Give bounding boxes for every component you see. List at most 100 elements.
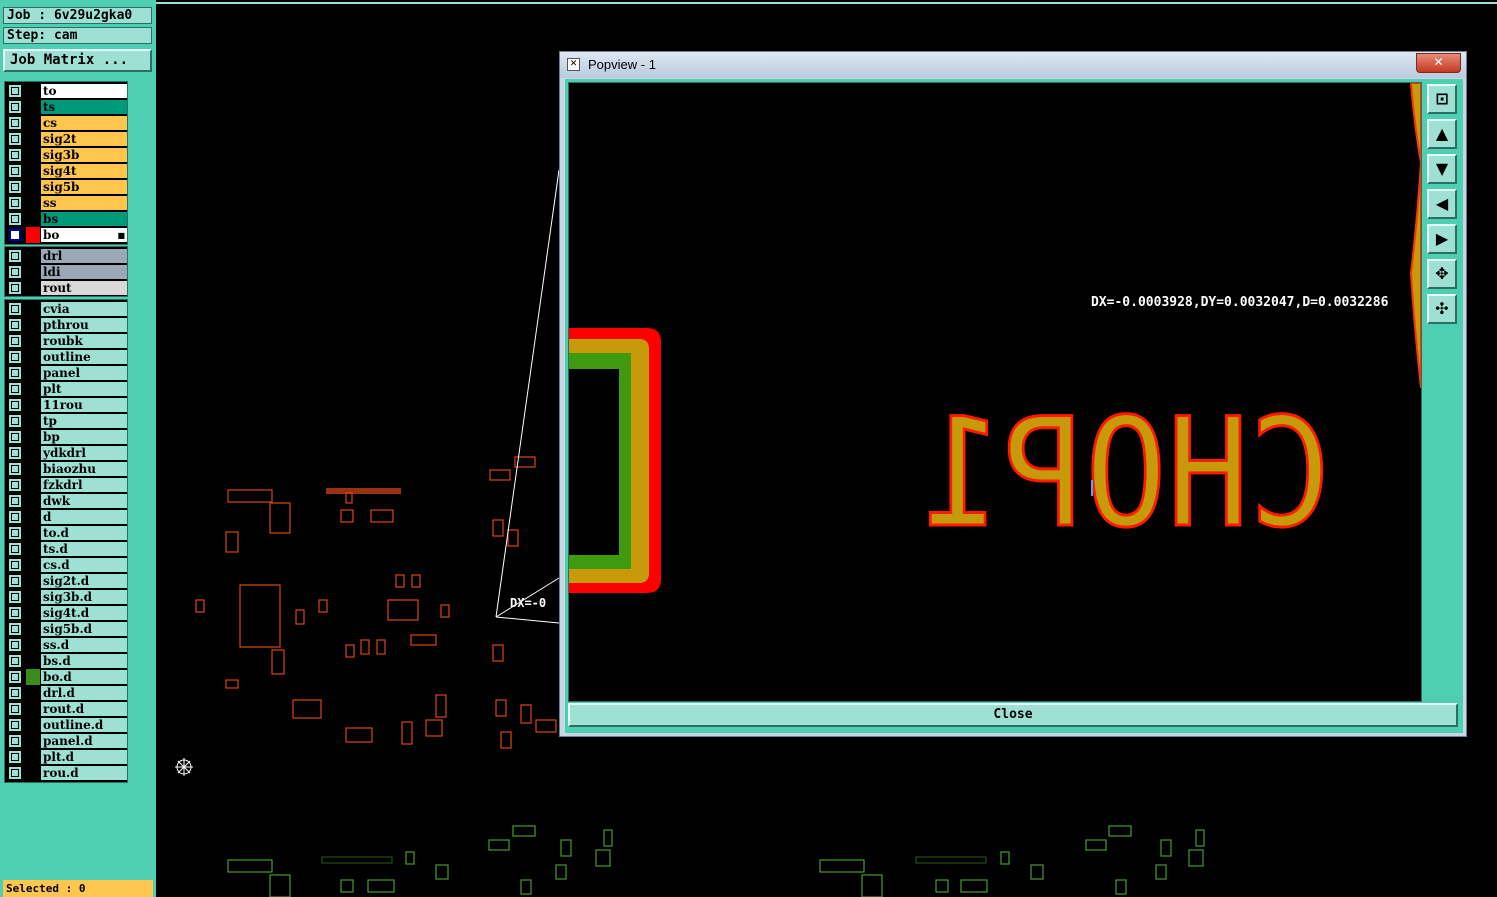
pan-up-icon[interactable]: ▲ <box>1427 119 1457 149</box>
layer-name[interactable]: roubk <box>41 334 127 348</box>
layer-name[interactable]: to <box>41 84 127 98</box>
layer-checkbox[interactable] <box>9 266 21 278</box>
layer-checkbox[interactable] <box>9 687 21 699</box>
layer-checkbox[interactable] <box>9 303 21 315</box>
layer-row[interactable]: dwk <box>5 493 127 509</box>
layer-row[interactable]: ldi <box>5 264 127 280</box>
layer-name[interactable]: sig2t <box>41 132 127 146</box>
layer-name[interactable]: ydkdrl <box>41 446 127 460</box>
layer-row[interactable]: outline <box>5 349 127 365</box>
layer-row[interactable]: bp <box>5 429 127 445</box>
layer-checkbox[interactable] <box>9 319 21 331</box>
layer-row[interactable]: cs <box>5 115 127 131</box>
layer-checkbox[interactable] <box>9 165 21 177</box>
layer-row[interactable]: bs.d <box>5 653 127 669</box>
layer-row[interactable]: rou.d <box>5 765 127 781</box>
layer-row[interactable]: biaozhu <box>5 461 127 477</box>
pan-left-icon[interactable]: ◀ <box>1427 189 1457 219</box>
layer-name[interactable]: bs <box>41 212 127 226</box>
popview-canvas[interactable]: CHOP1 DX=-0.0003928,DY=0.0032047,D=0.003… <box>568 82 1422 702</box>
layer-row[interactable]: bo.d <box>5 669 127 685</box>
layer-checkbox[interactable] <box>9 575 21 587</box>
layer-row[interactable]: drl.d <box>5 685 127 701</box>
layer-name[interactable]: rou.d <box>41 766 127 780</box>
layer-checkbox[interactable] <box>9 719 21 731</box>
layer-name[interactable]: panel <box>41 366 127 380</box>
layer-name[interactable]: ts <box>41 100 127 114</box>
layer-row[interactable]: ts <box>5 99 127 115</box>
layer-row[interactable]: plt <box>5 381 127 397</box>
layer-row[interactable]: rout.d <box>5 701 127 717</box>
layer-row[interactable]: fzkdrl <box>5 477 127 493</box>
job-matrix-button[interactable]: Job Matrix ... <box>3 49 152 72</box>
layer-checkbox[interactable] <box>9 463 21 475</box>
layer-name[interactable]: bo ■ <box>41 228 127 242</box>
layer-name[interactable]: d <box>41 510 127 524</box>
layer-name[interactable]: bo.d <box>41 670 127 684</box>
layer-checkbox[interactable] <box>9 250 21 262</box>
layer-row[interactable]: sig4t.d <box>5 605 127 621</box>
zoom-out-icon[interactable]: ✣ <box>1427 294 1457 324</box>
layer-row[interactable]: sig5b <box>5 179 127 195</box>
layer-checkbox[interactable] <box>9 623 21 635</box>
layer-checkbox[interactable] <box>9 117 21 129</box>
layer-row[interactable]: sig2t <box>5 131 127 147</box>
layer-checkbox[interactable] <box>9 149 21 161</box>
layer-checkbox[interactable] <box>9 197 21 209</box>
layer-row[interactable]: sig3b <box>5 147 127 163</box>
layer-name[interactable]: rout.d <box>41 702 127 716</box>
layer-row[interactable]: bo ■ <box>5 227 127 243</box>
layer-name[interactable]: drl.d <box>41 686 127 700</box>
layer-name[interactable]: ss <box>41 196 127 210</box>
pan-down-icon[interactable]: ▼ <box>1427 154 1457 184</box>
layer-checkbox[interactable] <box>9 383 21 395</box>
layer-checkbox[interactable] <box>9 527 21 539</box>
layer-checkbox[interactable] <box>9 351 21 363</box>
popview-titlebar[interactable]: ✕ Popview - 1 ✕ <box>560 52 1466 78</box>
layer-checkbox[interactable] <box>9 591 21 603</box>
layer-checkbox[interactable] <box>9 703 21 715</box>
layer-name[interactable]: panel.d <box>41 734 127 748</box>
layer-checkbox[interactable] <box>9 511 21 523</box>
layer-name[interactable]: biaozhu <box>41 462 127 476</box>
layer-name[interactable]: pthrou <box>41 318 127 332</box>
layer-name[interactable]: bp <box>41 430 127 444</box>
layer-row[interactable]: plt.d <box>5 749 127 765</box>
layer-name[interactable]: cs <box>41 116 127 130</box>
layer-checkbox[interactable] <box>9 101 21 113</box>
layer-row[interactable]: tp <box>5 413 127 429</box>
layer-checkbox[interactable] <box>9 735 21 747</box>
layer-checkbox[interactable] <box>9 751 21 763</box>
layer-name[interactable]: sig2t.d <box>41 574 127 588</box>
layer-name[interactable]: fzkdrl <box>41 478 127 492</box>
layer-checkbox[interactable] <box>9 639 21 651</box>
layer-name[interactable]: tp <box>41 414 127 428</box>
layer-row[interactable]: sig2t.d <box>5 573 127 589</box>
layer-name[interactable]: outline.d <box>41 718 127 732</box>
layer-checkbox[interactable] <box>9 431 21 443</box>
layer-row[interactable]: 11rou <box>5 397 127 413</box>
window-close-button[interactable]: ✕ <box>1416 53 1461 73</box>
layer-name[interactable]: to.d <box>41 526 127 540</box>
layer-checkbox[interactable] <box>9 399 21 411</box>
layer-row[interactable]: ydkdrl <box>5 445 127 461</box>
zoom-fit-icon[interactable]: ✥ <box>1427 259 1457 289</box>
layer-row[interactable]: ss.d <box>5 637 127 653</box>
layer-row[interactable]: to <box>5 83 127 99</box>
layer-checkbox[interactable] <box>9 229 21 241</box>
layer-checkbox[interactable] <box>9 447 21 459</box>
layer-checkbox[interactable] <box>9 85 21 97</box>
layer-row[interactable]: rout <box>5 280 127 296</box>
layer-checkbox[interactable] <box>9 213 21 225</box>
layer-name[interactable]: sig4t <box>41 164 127 178</box>
layer-name[interactable]: sig3b.d <box>41 590 127 604</box>
layer-checkbox[interactable] <box>9 559 21 571</box>
layer-name[interactable]: sig4t.d <box>41 606 127 620</box>
layer-row[interactable]: drl <box>5 248 127 264</box>
layer-name[interactable]: dwk <box>41 494 127 508</box>
layer-name[interactable]: ldi <box>41 265 127 279</box>
layer-row[interactable]: panel.d <box>5 733 127 749</box>
layer-row[interactable]: sig4t <box>5 163 127 179</box>
layer-name[interactable]: ss.d <box>41 638 127 652</box>
layer-checkbox[interactable] <box>9 335 21 347</box>
